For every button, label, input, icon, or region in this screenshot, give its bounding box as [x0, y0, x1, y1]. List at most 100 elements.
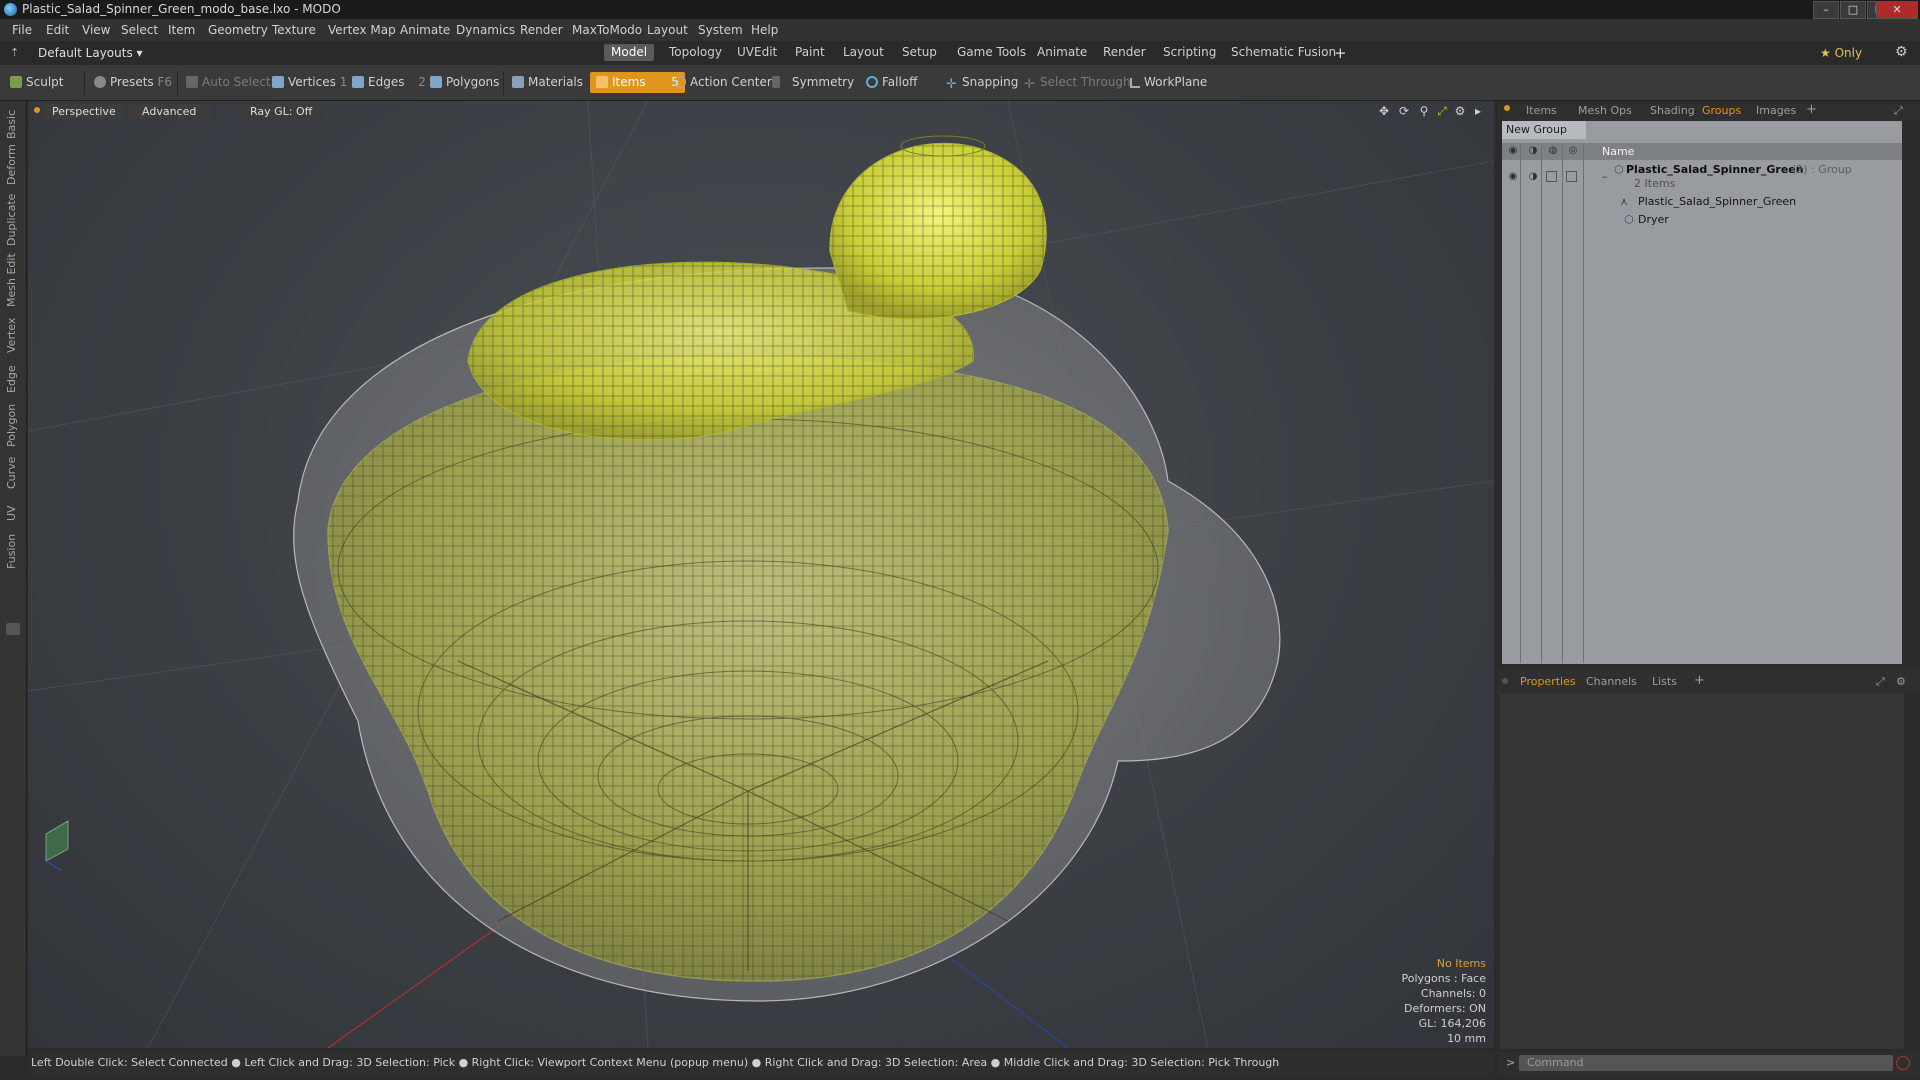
- tab-topology[interactable]: Topology: [662, 44, 729, 61]
- panel-menu-dot-icon[interactable]: [1504, 105, 1510, 111]
- group-lock-checkbox[interactable]: [1546, 171, 1557, 182]
- menu-vertex-map[interactable]: Vertex Map: [328, 23, 396, 37]
- menu-animate[interactable]: Animate: [400, 23, 450, 37]
- group-select-checkbox[interactable]: [1566, 171, 1577, 182]
- viewport-expand-icon[interactable]: ▸: [1472, 105, 1484, 117]
- tab-animate[interactable]: Animate: [1030, 44, 1094, 61]
- properties-settings-icon[interactable]: ⚙: [1896, 675, 1906, 688]
- menu-select[interactable]: Select: [121, 23, 158, 37]
- vtab-mesh-edit[interactable]: Mesh Edit: [5, 253, 18, 307]
- vtab-polygon[interactable]: Polygon: [5, 404, 18, 447]
- add-properties-tab-icon[interactable]: +: [1694, 673, 1705, 688]
- fit-icon[interactable]: ⤢: [1436, 105, 1448, 117]
- vtab-fusion[interactable]: Fusion: [5, 534, 18, 569]
- properties-tabs: Properties Channels Lists + ⤢ ⚙: [1498, 668, 1920, 694]
- raygl-button[interactable]: Ray GL: Off: [236, 104, 327, 119]
- menu-view[interactable]: View: [82, 23, 110, 37]
- vtab-duplicate[interactable]: Duplicate: [5, 194, 18, 246]
- new-group-button[interactable]: New Group: [1502, 121, 1586, 139]
- tab-mesh-ops[interactable]: Mesh Ops: [1578, 104, 1632, 117]
- presets-button[interactable]: Presets F6: [94, 72, 172, 93]
- menu-geometry[interactable]: Geometry: [208, 23, 268, 37]
- panel-expand-icon[interactable]: ⤢: [1894, 104, 1903, 118]
- edges-button[interactable]: Edges 2: [352, 72, 426, 93]
- symmetry-button[interactable]: Symmetry: [772, 72, 854, 93]
- maximize-button[interactable]: □: [1840, 1, 1866, 19]
- rotate-icon[interactable]: ⟳: [1398, 105, 1410, 117]
- vtab-vertex[interactable]: Vertex: [5, 318, 18, 353]
- tab-setup[interactable]: Setup: [895, 44, 944, 61]
- perspective-button[interactable]: Perspective: [44, 104, 124, 119]
- falloff-button[interactable]: Falloff: [866, 72, 917, 93]
- tab-schematic-fusion[interactable]: Schematic Fusion: [1224, 44, 1343, 61]
- tab-images[interactable]: Images: [1756, 104, 1796, 117]
- tab-channels[interactable]: Channels: [1586, 675, 1637, 688]
- vtab-edge[interactable]: Edge: [5, 365, 18, 393]
- materials-button[interactable]: Materials: [512, 72, 583, 93]
- select-through-button[interactable]: ✛ Select Through: [1024, 72, 1131, 93]
- close-button[interactable]: ✕: [1876, 1, 1918, 19]
- group-row[interactable]: ◉ ◑ – ⬡ Plastic_Salad_Spinner_Green (2) …: [1502, 162, 1902, 192]
- menu-render[interactable]: Render: [520, 23, 563, 37]
- only-toggle[interactable]: ★ Only: [1820, 46, 1862, 60]
- command-input[interactable]: Command: [1519, 1055, 1893, 1071]
- tab-items[interactable]: Items: [1526, 104, 1557, 117]
- 3d-viewport[interactable]: [28, 101, 1494, 1048]
- add-panel-tab-icon[interactable]: +: [1806, 102, 1817, 117]
- pan-icon[interactable]: ✥: [1378, 105, 1390, 117]
- snapping-button[interactable]: ✛ Snapping: [946, 72, 1018, 93]
- menu-texture[interactable]: Texture: [272, 23, 316, 37]
- auto-select-button[interactable]: Auto Select: [186, 72, 271, 93]
- menu-edit[interactable]: Edit: [46, 23, 69, 37]
- viewport-menu-dot-icon[interactable]: [34, 107, 40, 113]
- add-tab-icon[interactable]: +: [1334, 44, 1347, 62]
- vtab-deform[interactable]: Deform: [5, 144, 18, 185]
- command-clear-icon[interactable]: [1896, 1056, 1910, 1070]
- menu-layout[interactable]: Layout: [647, 23, 688, 37]
- vtab-curve[interactable]: Curve: [5, 457, 18, 489]
- viewport-settings-icon[interactable]: ⚙: [1454, 105, 1466, 117]
- minimize-button[interactable]: –: [1813, 1, 1839, 19]
- tab-layout[interactable]: Layout: [836, 44, 891, 61]
- tab-groups[interactable]: Groups: [1702, 104, 1741, 117]
- group-visibility-icon[interactable]: ◉: [1506, 171, 1520, 183]
- tab-shading[interactable]: Shading: [1650, 104, 1695, 117]
- default-layouts-dropdown[interactable]: Default Layouts ▾: [38, 46, 143, 60]
- polygons-button[interactable]: Polygons: [430, 72, 499, 93]
- tab-paint[interactable]: Paint: [788, 44, 832, 61]
- properties-menu-dot-icon[interactable]: [1502, 678, 1508, 684]
- tab-uvedit[interactable]: UVEdit: [730, 44, 784, 61]
- group-child-row[interactable]: ⬡ Dryer: [1502, 212, 1902, 228]
- menu-help[interactable]: Help: [751, 23, 778, 37]
- tab-model[interactable]: Model: [604, 44, 655, 61]
- tab-game-tools[interactable]: Game Tools: [950, 44, 1033, 61]
- select-through-icon: ✛: [1024, 77, 1035, 92]
- menu-maxtomodo[interactable]: MaxToModo: [572, 23, 642, 37]
- group-render-icon[interactable]: ◑: [1526, 171, 1540, 183]
- gear-icon[interactable]: ⚙: [1895, 44, 1908, 60]
- group-child-row[interactable]: ⋏ Plastic_Salad_Spinner_Green: [1502, 194, 1902, 210]
- menu-dynamics[interactable]: Dynamics: [456, 23, 515, 37]
- action-center-button[interactable]: Action Center: [674, 72, 772, 93]
- sculpt-button[interactable]: Sculpt: [10, 72, 63, 93]
- zoom-icon[interactable]: ⚲: [1418, 105, 1430, 117]
- title-bar: Plastic_Salad_Spinner_Green_modo_base.lx…: [0, 0, 1920, 19]
- vertices-button[interactable]: Vertices 1: [272, 72, 347, 93]
- tab-render[interactable]: Render: [1096, 44, 1153, 61]
- advanced-button[interactable]: Advanced: [128, 104, 211, 119]
- menu-item[interactable]: Item: [168, 23, 195, 37]
- group-expand-icon[interactable]: –: [1602, 170, 1608, 183]
- properties-expand-icon[interactable]: ⤢: [1876, 675, 1885, 689]
- menu-file[interactable]: File: [12, 23, 32, 37]
- tab-scripting[interactable]: Scripting: [1156, 44, 1223, 61]
- strip-toggle-button[interactable]: [6, 623, 20, 635]
- tab-lists[interactable]: Lists: [1652, 675, 1677, 688]
- vtab-basic[interactable]: Basic: [5, 110, 18, 139]
- symmetry-label: Symmetry: [792, 75, 855, 89]
- tab-properties[interactable]: Properties: [1520, 675, 1576, 688]
- menu-system[interactable]: System: [698, 23, 743, 37]
- layout-up-icon[interactable]: ⇡: [10, 46, 19, 59]
- vtab-uv[interactable]: UV: [5, 505, 18, 521]
- workplane-button[interactable]: WorkPlane: [1130, 72, 1207, 93]
- items-button[interactable]: Items 5: [590, 72, 686, 93]
